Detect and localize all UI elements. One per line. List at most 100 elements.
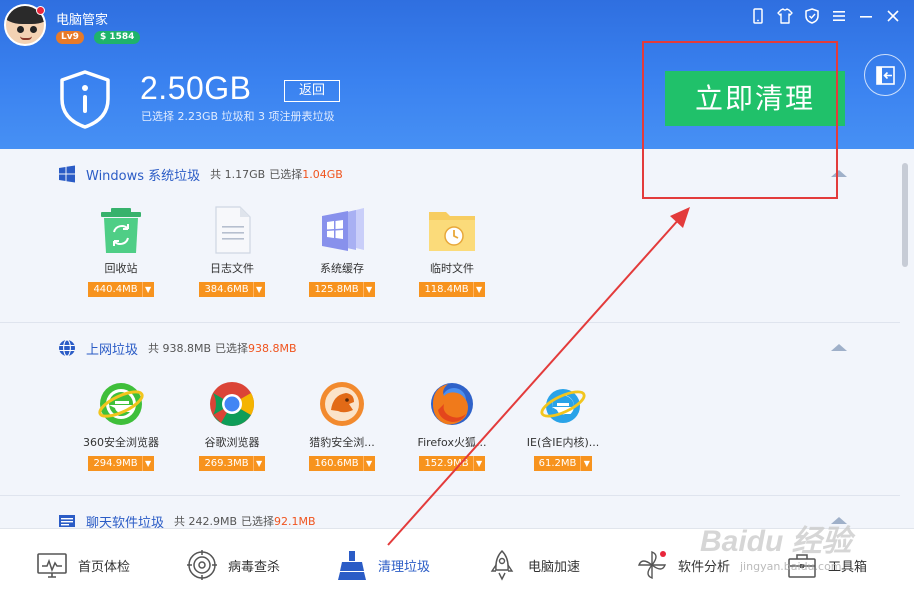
item-size: 384.6MB (204, 284, 249, 295)
liebao-browser-icon (318, 380, 366, 428)
minimize-icon[interactable] (857, 7, 875, 25)
section-chat-software: 聊天软件垃圾 共 242.9MB 已选择 92.1MB (0, 496, 900, 528)
caret-down-icon: ▼ (472, 282, 485, 297)
item-size: 125.8MB (314, 284, 359, 295)
junk-item[interactable]: 临时文件 118.4MB ▼ (397, 206, 507, 297)
item-label: 回收站 (104, 262, 138, 275)
section-total: 共 938.8MB (148, 342, 212, 355)
caret-down-icon: ▼ (362, 456, 375, 471)
size-dropdown[interactable]: 269.3MB ▼ (199, 456, 265, 471)
collapse-section-button[interactable] (831, 517, 847, 524)
globe-icon (59, 339, 75, 357)
collapse-section-button[interactable] (831, 344, 847, 351)
monitor-icon (37, 553, 67, 578)
garbage-size: 2.50GB (140, 70, 252, 106)
junk-item[interactable]: 猎豹安全浏... 160.6MB ▼ (287, 380, 397, 471)
junk-item[interactable]: 谷歌浏览器 269.3MB ▼ (177, 380, 287, 471)
nav-item-home-check[interactable]: 首页体检 (36, 549, 130, 581)
item-size: 269.3MB (204, 458, 249, 469)
section-header: 聊天软件垃圾 共 242.9MB 已选择 92.1MB (58, 512, 316, 528)
app-title: 电脑管家 (56, 13, 109, 28)
section-internet: 上网垃圾 共 938.8MB 已选择 938.8MB 360安全浏览器 294.… (0, 323, 900, 495)
temp-folder-icon (428, 206, 476, 254)
item-label: 谷歌浏览器 (204, 436, 260, 449)
broom-icon (338, 551, 366, 580)
size-dropdown[interactable]: 118.4MB ▼ (419, 282, 485, 297)
nav-item-software-analysis[interactable]: 软件分析 (636, 549, 730, 581)
item-size: 294.9MB (93, 458, 138, 469)
item-label: 日志文件 (210, 262, 254, 275)
size-dropdown[interactable]: 440.4MB ▼ (88, 282, 154, 297)
close-icon[interactable] (884, 7, 902, 25)
scrollbar-thumb[interactable] (902, 163, 908, 267)
coin-badge[interactable]: $ 1584 (94, 31, 141, 44)
shirt-icon[interactable] (776, 7, 794, 25)
size-dropdown[interactable]: 384.6MB ▼ (199, 282, 265, 297)
window-controls (749, 7, 902, 25)
size-dropdown[interactable]: 160.6MB ▼ (309, 456, 375, 471)
toolbox-icon (788, 554, 816, 578)
360-browser-icon (97, 380, 145, 428)
size-dropdown[interactable]: 125.8MB ▼ (309, 282, 375, 297)
item-label: 360安全浏览器 (83, 436, 159, 449)
section-total: 共 1.17GB (210, 168, 266, 181)
caret-down-icon: ▼ (141, 456, 154, 471)
scan-results: Windows 系统垃圾 共 1.17GB 已选择 1.04GB 回收站 440… (0, 149, 914, 528)
caret-down-icon: ▼ (252, 282, 265, 297)
rocket-icon (490, 549, 514, 581)
nav-item-toolbox[interactable]: 工具箱 (786, 549, 867, 581)
junk-item[interactable]: 回收站 440.4MB ▼ (66, 206, 176, 297)
phone-icon[interactable] (749, 7, 767, 25)
item-size: 61.2MB (538, 458, 577, 469)
recycle-bin-icon (97, 206, 145, 254)
junk-item[interactable]: Firefox火狐... 152.9MB ▼ (397, 380, 507, 471)
pinwheel-icon (637, 550, 667, 580)
collapse-panel-button[interactable] (864, 54, 906, 96)
item-label: 猎豹安全浏... (309, 436, 375, 449)
caret-down-icon: ▼ (580, 456, 592, 471)
back-button[interactable]: 返回 (284, 80, 340, 102)
shield-logo-icon (60, 70, 110, 129)
shield-icon[interactable] (803, 7, 821, 25)
item-label: 临时文件 (430, 262, 474, 275)
collapse-section-button[interactable] (831, 170, 847, 177)
section-title: 聊天软件垃圾 (86, 515, 165, 529)
header: 电脑管家 Lv9 $ 1584 2.50GB 返回 已选择 2.23GB 垃圾和… (0, 0, 914, 149)
junk-item[interactable]: 系统缓存 125.8MB ▼ (287, 206, 397, 297)
size-dropdown[interactable]: 61.2MB ▼ (533, 456, 593, 471)
section-title: 上网垃圾 (86, 342, 139, 358)
caret-down-icon: ▼ (472, 456, 485, 471)
ie-icon (539, 380, 587, 428)
clean-now-button[interactable]: 立即清理 (665, 71, 845, 126)
caret-down-icon: ▼ (141, 282, 154, 297)
level-badge[interactable]: Lv9 (56, 31, 84, 44)
item-size: 118.4MB (424, 284, 469, 295)
item-label: IE(含IE内核)... (526, 436, 600, 449)
section-total: 共 242.9MB (174, 515, 238, 528)
junk-item[interactable]: 日志文件 384.6MB ▼ (177, 206, 287, 297)
section-windows-system: Windows 系统垃圾 共 1.17GB 已选择 1.04GB 回收站 440… (0, 149, 900, 322)
section-selected-value: 1.04GB (302, 167, 343, 181)
nav-item-speed-up[interactable]: 电脑加速 (486, 549, 580, 581)
nav-label: 电脑加速 (528, 559, 581, 575)
junk-item[interactable]: 360安全浏览器 294.9MB ▼ (66, 380, 176, 471)
avatar-eye (17, 26, 24, 33)
chat-window-icon (59, 515, 75, 527)
section-selected-label: 已选择 (241, 515, 275, 528)
nav-item-clean-junk[interactable]: 清理垃圾 (336, 549, 430, 581)
bottom-nav: 首页体检 病毒查杀 清理垃圾 电脑加速 软件分析 工具箱 (0, 528, 914, 598)
item-label: Firefox火狐... (417, 436, 487, 449)
size-dropdown[interactable]: 294.9MB ▼ (88, 456, 154, 471)
item-size: 152.9MB (424, 458, 469, 469)
windows-icon (59, 165, 75, 183)
menu-icon[interactable] (830, 7, 848, 25)
item-label: 系统缓存 (320, 262, 364, 275)
nav-label: 工具箱 (828, 559, 868, 575)
section-header: Windows 系统垃圾 共 1.17GB 已选择 1.04GB (58, 165, 343, 184)
size-dropdown[interactable]: 152.9MB ▼ (419, 456, 485, 471)
nav-item-virus-scan[interactable]: 病毒查杀 (186, 549, 280, 581)
junk-item[interactable]: IE(含IE内核)... 61.2MB ▼ (508, 380, 618, 471)
item-size: 440.4MB (93, 284, 138, 295)
exit-panel-icon (876, 66, 895, 85)
log-file-icon (208, 206, 256, 254)
